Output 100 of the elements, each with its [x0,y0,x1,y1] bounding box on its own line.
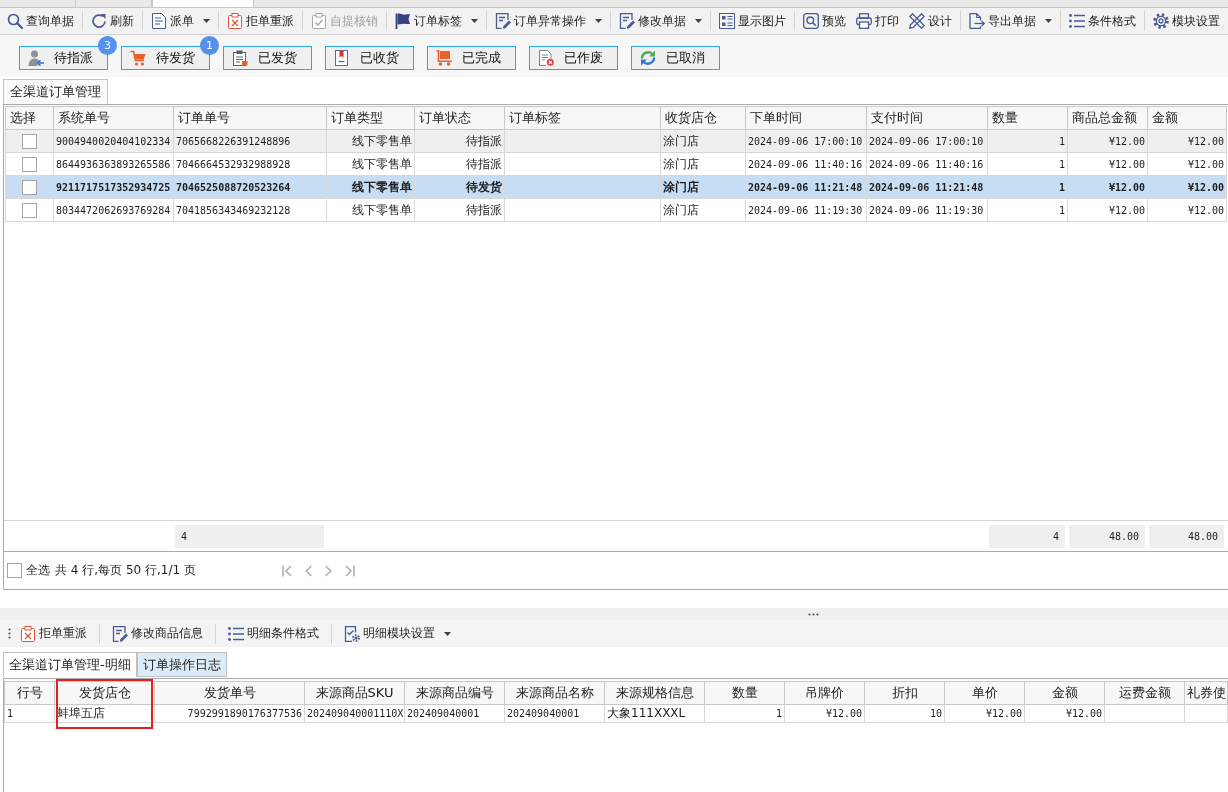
table-cell: 9004940020404102334 [53,129,174,153]
table-cell: 9211717517352934725 [53,175,174,199]
toolbar-button[interactable]: 明细条件格式 [223,621,324,646]
table-row[interactable]: 9004940020404102334 7065668226391248896 线下零售单 待指派 涂门店 2024-09-06 17:00:10 2024-09-06 17:00:10 1 ¥12.00 ¥12.00 [5,129,1227,153]
status-filter-button[interactable]: 已取消 [631,46,720,70]
table-cell: 2024-09-06 11:40:16 [866,152,988,176]
table-cell: 涂门店 [660,129,746,153]
table-cell: 待指派 [414,198,505,222]
clipboard-x-icon [20,625,36,642]
column-header: 系统单号 [53,106,174,130]
clipboard-check-icon [311,13,327,29]
toolbar-button[interactable]: 预览 [798,9,851,33]
table-cell: 待指派 [414,129,505,153]
column-header: 选择 [5,106,54,130]
magnifier-frame-icon [803,13,819,29]
document-bookmark-icon [334,50,350,66]
list-panel-icon [719,13,735,29]
table-cell: 涂门店 [660,175,746,199]
column-header: 行号 [4,681,55,705]
toolbar-button[interactable]: 模块设置 [1148,9,1225,33]
toolbar-button[interactable]: 订单异常操作 [490,9,607,33]
summary-cell: 48.00 [1069,524,1145,548]
caret-icon [695,19,702,23]
first-page-icon[interactable] [281,564,292,577]
document-x-icon [538,50,554,66]
table-cell: 202409040001 [504,704,605,723]
caret-icon [595,19,602,23]
table-cell: 1 [987,152,1068,176]
column-header: 收货店仓 [660,106,746,130]
table-cell: 8644936363893265586 [53,152,174,176]
toolbar-button[interactable]: 派单 [146,9,215,33]
toolbar-button[interactable]: 拒单重派 [15,621,92,646]
toolbar-button[interactable]: 打印 [851,9,904,33]
table-cell: 7041856343469232128 [173,198,327,222]
column-header: 运费金额 [1104,681,1185,705]
column-header: 商品总金额 [1067,106,1148,130]
list-icon [228,625,244,642]
status-filter-button[interactable]: 已发货 [223,46,312,70]
table-cell: 7046525088720523264 [173,175,327,199]
toolbar-button[interactable]: 修改商品信息 [107,621,208,646]
column-header: 来源商品名称 [504,681,605,705]
table-row[interactable]: 9211717517352934725 7046525088720523264 线下零售单 待发货 涂门店 2024-09-06 11:21:48 2024-09-06 11:21:48 1 ¥12.00 ¥12.00 [5,175,1227,199]
tab[interactable]: 全渠道订单管理 [3,79,108,104]
status-filter-button[interactable]: 已收货 [325,46,414,70]
checkbox[interactable] [22,133,37,149]
count-badge: 1 [200,36,219,55]
toolbar-button[interactable]: 导出单据 [964,9,1057,33]
toolbar-button[interactable]: 显示图片 [714,9,791,33]
checkbox[interactable] [22,202,37,218]
table-cell: ¥12.00 [784,704,865,723]
toolbar-button[interactable]: 刷新 [86,9,139,33]
column-header: 来源规格信息 [604,681,705,705]
table-cell: 线下零售单 [326,198,415,222]
last-page-icon[interactable] [344,564,355,577]
settings-icon [1153,13,1169,29]
checkbox[interactable] [22,156,37,172]
toolbar-button[interactable]: 修改单据 [614,9,707,33]
table-cell: 2024-09-06 11:40:16 [745,152,867,176]
tab[interactable]: 全渠道订单管理-明细 [3,652,137,677]
table-cell: 202409040001 [404,704,505,723]
column-header: 数量 [987,106,1068,130]
document-icon [151,13,167,29]
status-filter-button[interactable]: 已完成 [427,46,516,70]
checkbox[interactable] [7,563,22,578]
column-header: 下单时间 [745,106,867,130]
table-cell: ¥12.00 [1067,198,1148,222]
toolbar-button[interactable]: 明细模块设置 [339,621,456,646]
table-cell: 涂门店 [660,152,746,176]
table-cell: 2024-09-06 11:19:30 [745,198,867,222]
caret-icon [203,19,210,23]
table-row[interactable]: 8034472062693769284 7041856343469232128 线下零售单 待指派 涂门店 2024-09-06 11:19:30 2024-09-06 11:19:30 1 ¥12.00 ¥12.00 [5,198,1227,222]
tab[interactable]: 订单操作日志 [136,652,227,677]
clipboard-x-icon [227,13,243,29]
column-header: 发货店仓 [54,681,155,705]
summary-cell: 48.00 [1149,524,1224,548]
toolbar-button[interactable]: 条件格式 [1064,9,1141,33]
table-cell: 1 [987,198,1068,222]
table-cell: ¥12.00 [1147,198,1227,222]
crossed-pencils-icon [909,13,925,29]
table-cell: 2024-09-06 11:21:48 [745,175,867,199]
caret-icon [444,631,451,636]
column-header: 金额 [1024,681,1105,705]
next-icon[interactable] [324,564,332,577]
status-filter-button[interactable]: 已作废 [529,46,618,70]
table-cell: ¥12.00 [1147,152,1227,176]
column-header: 单价 [944,681,1025,705]
column-header: 礼券使 [1184,681,1228,705]
table-cell: 大象111XXXL [604,704,705,723]
column-header: 订单单号 [173,106,327,130]
toolbar-button[interactable]: 拒单重派 [222,9,299,33]
checkbox[interactable] [22,179,37,195]
toolbar-button[interactable]: 订单标签 [390,9,483,33]
column-header: 订单类型 [326,106,415,130]
column-header: 发货单号 [154,681,305,705]
toolbar-button[interactable]: 设计 [904,9,957,33]
previous-icon[interactable] [304,564,312,577]
column-header: 折扣 [864,681,945,705]
table-row[interactable]: 8644936363893265586 7046664532932988928 线下零售单 待指派 涂门店 2024-09-06 11:40:16 2024-09-06 11:40:16 1 ¥12.00 ¥12.00 [5,152,1227,176]
toolbar-button[interactable]: 查询单据 [2,9,79,33]
caret-icon [1045,19,1052,23]
